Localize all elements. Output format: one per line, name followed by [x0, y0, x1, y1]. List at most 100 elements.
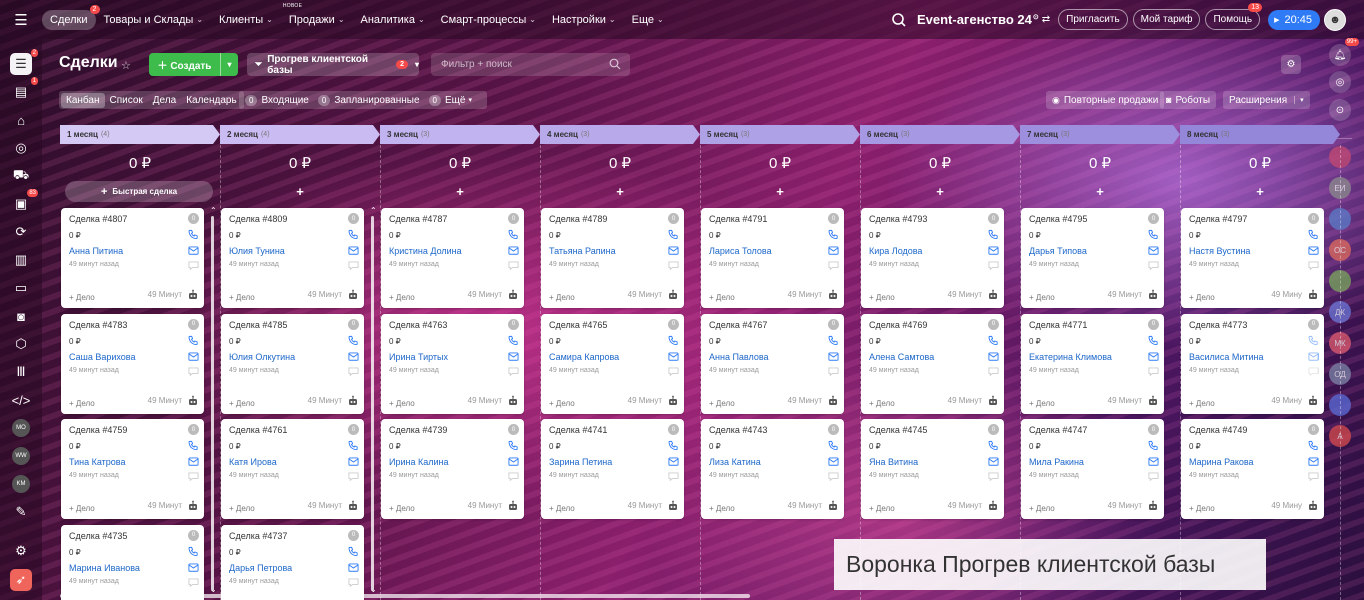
deal-card[interactable]: Сделка #4767 0 0 ₽ Анна Павлова 49 минут наз… — [701, 313, 844, 414]
mail-icon[interactable] — [188, 457, 199, 467]
robot-icon[interactable] — [507, 500, 519, 512]
add-activity-button[interactable]: + Дело — [389, 399, 415, 408]
market-icon[interactable]: Ⅲ — [10, 361, 32, 383]
phone-icon[interactable] — [988, 229, 999, 240]
bell-icon[interactable]: 🔔︎ 99+ — [1329, 38, 1359, 66]
add-activity-button[interactable]: + Дело — [69, 293, 95, 302]
scroll-down-icon[interactable]: ⌄ — [210, 585, 217, 594]
deal-contact[interactable]: Лариса Толова — [709, 246, 772, 256]
robot-icon[interactable] — [667, 395, 679, 407]
search-chat-icon[interactable]: ⊙ — [1329, 99, 1351, 121]
phone-icon[interactable] — [828, 440, 839, 451]
chat-icon[interactable] — [988, 261, 999, 271]
view-tab-3[interactable]: Календарь — [181, 93, 241, 108]
chat-bubble-icon[interactable]: ◎ — [1329, 71, 1351, 93]
add-activity-button[interactable]: + Дело — [869, 504, 895, 513]
deal-card[interactable]: Сделка #4785 0 0 ₽ Юлия Олкутина 49 минут на… — [221, 313, 364, 414]
phone-icon[interactable] — [1308, 440, 1319, 451]
mail-icon[interactable] — [828, 351, 839, 362]
deal-title[interactable]: Сделка #4741 — [549, 425, 607, 435]
phone-icon[interactable] — [508, 440, 519, 451]
nav-item-5[interactable]: Смарт-процессы ⌄ — [433, 10, 544, 30]
deal-card[interactable]: Сделка #4765 0 0 ₽ Самира Капрова 49 минут н… — [541, 313, 684, 414]
company-name[interactable]: Event-агенство 24⊙ — [917, 12, 1039, 27]
more-counter[interactable]: 0 Ещё ▾ — [428, 94, 472, 106]
chat-icon[interactable] — [1308, 261, 1319, 271]
deal-title[interactable]: Сделка #4785 — [229, 320, 287, 330]
phone-icon[interactable] — [668, 440, 679, 451]
stage-header[interactable]: 7 месяц (3) — [1020, 125, 1180, 144]
chat-icon[interactable] — [668, 261, 679, 271]
analytics-icon[interactable]: ▥ — [10, 249, 32, 271]
robot-icon[interactable] — [827, 500, 839, 512]
deal-contact[interactable]: Тина Катрова — [69, 457, 125, 467]
robot-icon[interactable] — [347, 395, 359, 407]
deal-contact[interactable]: Ирина Тиртых — [389, 352, 448, 362]
add-activity-button[interactable]: + Дело — [1189, 293, 1215, 302]
document-edit-icon[interactable]: ✎ — [10, 501, 32, 523]
add-deal-icon[interactable]: + — [220, 184, 380, 199]
deal-title[interactable]: Сделка #4739 — [389, 425, 447, 435]
add-deal-icon[interactable]: + — [540, 184, 700, 199]
phone-icon[interactable] — [988, 335, 999, 346]
pin-icon[interactable]: ☆ — [121, 59, 131, 72]
user-avatar[interactable]: ☻ — [1324, 8, 1346, 31]
mail-icon[interactable] — [348, 457, 359, 467]
deal-title[interactable]: Сделка #4745 — [869, 425, 927, 435]
add-deal-icon[interactable]: + — [860, 184, 1020, 199]
add-activity-button[interactable]: + Дело — [229, 399, 255, 408]
robot-icon[interactable] — [827, 395, 839, 407]
chat-icon[interactable] — [348, 366, 359, 377]
deal-title[interactable]: Сделка #4773 — [1189, 320, 1247, 330]
avatar-km[interactable]: KM — [12, 475, 30, 493]
deal-card[interactable]: Сделка #4789 0 0 ₽ Татьяна Рапина 49 минут н… — [541, 208, 684, 308]
chat-icon[interactable] — [508, 472, 519, 482]
search-icon[interactable] — [609, 58, 621, 70]
add-activity-button[interactable]: + Дело — [709, 293, 735, 302]
robot-icon[interactable] — [1147, 500, 1159, 512]
scroll-down-icon[interactable]: ⌄ — [370, 585, 377, 594]
mail-icon[interactable] — [828, 246, 839, 256]
deal-card[interactable]: Сделка #4807 0 0 ₽ Анна Питина 49 минут наза… — [61, 208, 204, 308]
incoming-counter[interactable]: 0 Входящие — [245, 94, 309, 106]
add-activity-button[interactable]: + Дело — [1029, 399, 1055, 408]
cube-icon[interactable]: ⬡ — [10, 333, 32, 355]
mail-icon[interactable] — [1148, 457, 1159, 467]
phone-icon[interactable] — [348, 335, 359, 346]
chat-icon[interactable] — [828, 366, 839, 377]
phone-icon[interactable] — [1148, 229, 1159, 240]
add-activity-button[interactable]: + Дело — [869, 293, 895, 302]
deal-contact[interactable]: Дарья Петрова — [229, 563, 292, 573]
scroll-up-icon[interactable]: ⌃ — [370, 206, 377, 215]
mail-icon[interactable] — [508, 457, 519, 467]
mail-icon[interactable] — [188, 246, 199, 256]
deal-contact[interactable]: Лиза Катина — [709, 457, 761, 467]
deal-title[interactable]: Сделка #4787 — [389, 214, 447, 224]
chevron-down-icon[interactable]: ▾ — [1294, 96, 1304, 104]
add-activity-button[interactable]: + Дело — [709, 399, 735, 408]
robot-icon[interactable] — [347, 500, 359, 512]
add-activity-button[interactable]: + Дело — [1189, 399, 1215, 408]
phone-icon[interactable] — [1308, 229, 1319, 240]
chat-icon[interactable] — [828, 261, 839, 271]
filter-input[interactable] — [441, 59, 601, 70]
add-activity-button[interactable]: + Дело — [229, 504, 255, 513]
view-tab-1[interactable]: Список — [105, 93, 148, 108]
create-button[interactable]: ＋ Создать ▾ — [149, 53, 238, 76]
add-activity-button[interactable]: + Дело — [1029, 504, 1055, 513]
phone-icon[interactable] — [348, 229, 359, 240]
invite-button[interactable]: Пригласить — [1058, 9, 1128, 30]
deal-card[interactable]: Сделка #4795 0 0 ₽ Дарья Типова 49 минут наз… — [1021, 208, 1164, 308]
deal-contact[interactable]: Самира Капрова — [549, 352, 619, 362]
chat-icon[interactable] — [1148, 472, 1159, 482]
horizontal-scrollbar[interactable] — [60, 594, 750, 598]
deal-card[interactable]: Сделка #4769 0 0 ₽ Алена Самтова 49 минут на… — [861, 313, 1004, 414]
mail-icon[interactable] — [988, 457, 999, 467]
mail-icon[interactable] — [988, 351, 999, 362]
mail-icon[interactable] — [348, 246, 359, 256]
chat-icon[interactable] — [1148, 261, 1159, 271]
add-deal-icon[interactable]: + — [700, 184, 860, 199]
add-activity-button[interactable]: + Дело — [69, 399, 95, 408]
add-activity-button[interactable]: + Дело — [1189, 504, 1215, 513]
deal-contact[interactable]: Зарина Петина — [549, 457, 612, 467]
